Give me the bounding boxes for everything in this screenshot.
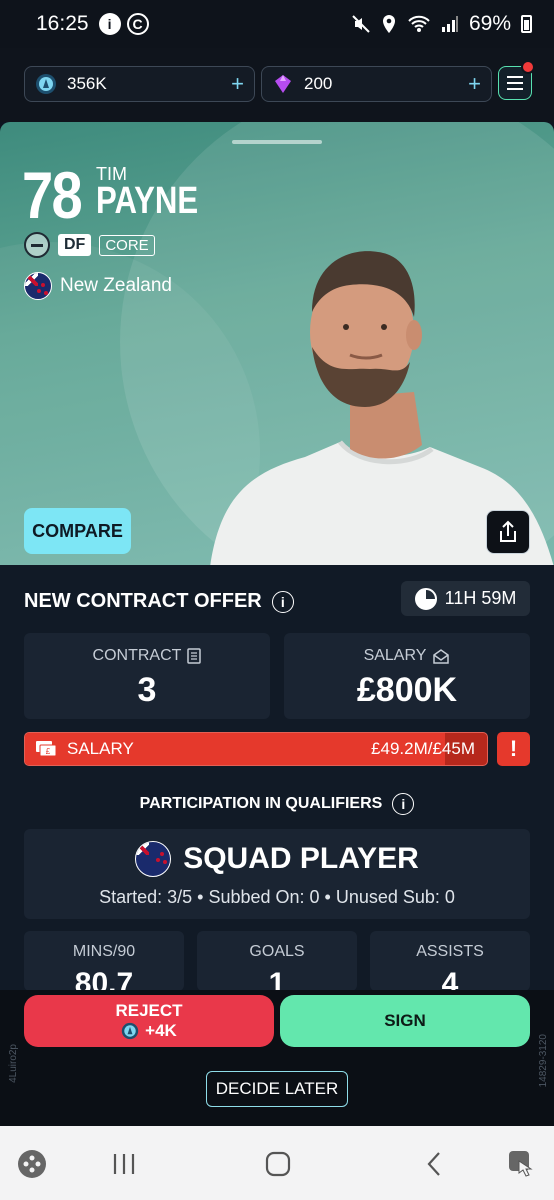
new-zealand-flag-icon — [24, 272, 52, 300]
gem-icon — [275, 75, 291, 93]
add-coins-button[interactable]: + — [231, 73, 244, 95]
offer-title: NEW CONTRACT OFFER i — [24, 590, 294, 613]
recent-apps-button[interactable] — [104, 1148, 144, 1180]
participation-title: PARTICIPATION IN QUALIFIERS i — [0, 793, 554, 815]
new-zealand-flag-icon — [135, 841, 172, 877]
signal-icon — [441, 16, 458, 32]
reject-bonus: +4K — [121, 1021, 177, 1041]
home-button[interactable] — [258, 1148, 298, 1180]
squad-status-card: SQUAD PLAYER Started: 3/5 • Subbed On: 0… — [24, 829, 530, 919]
salary-label: SALARY — [363, 647, 427, 664]
contract-card: CONTRACT 3 — [24, 633, 270, 719]
top-bar: 356K + 200 + — [0, 48, 554, 122]
action-bar: REJECT +4K SIGN DECIDE LATER 4Luiro2p 14… — [0, 990, 554, 1126]
timer-value: 11H 59M — [444, 588, 517, 608]
contract-value: 3 — [137, 671, 157, 709]
stat-card-assists: ASSISTS 4 — [370, 931, 530, 999]
battery-icon — [521, 15, 532, 33]
back-button[interactable] — [414, 1148, 454, 1180]
compare-button[interactable]: COMPARE — [24, 508, 131, 554]
home-icon — [265, 1151, 291, 1177]
sign-button[interactable]: SIGN — [280, 995, 530, 1047]
system-nav-bar — [0, 1126, 554, 1200]
reject-bonus-value: +4K — [145, 1021, 177, 1040]
participation-title-text: PARTICIPATION IN QUALIFIERS — [139, 795, 383, 812]
timer-icon — [414, 587, 437, 610]
drag-handle[interactable] — [232, 140, 322, 144]
salary-cap-label-row: £ SALARY — [35, 733, 134, 765]
player-rating: 78 — [22, 158, 83, 232]
coin-icon — [121, 1022, 139, 1039]
reject-button[interactable]: REJECT +4K — [24, 995, 274, 1047]
salary-cap-value: £49.2M/£45M — [371, 739, 475, 758]
position-badge: DF — [58, 234, 92, 256]
share-icon — [500, 520, 516, 542]
player-nation: New Zealand — [24, 272, 172, 300]
contract-label: CONTRACT — [92, 647, 182, 664]
money-envelope-icon — [433, 649, 450, 664]
stat-label: GOALS — [249, 943, 305, 960]
info-icon: i — [98, 13, 121, 35]
decide-later-button[interactable]: DECIDE LATER — [206, 1071, 348, 1107]
player-hero: 78 TIM PAYNE DF CORE New Zealand COMPARE — [0, 122, 554, 565]
status-bar: 16:25 i C 69% — [0, 0, 554, 48]
game-launcher-button[interactable] — [12, 1148, 52, 1180]
role-badge: CORE — [99, 234, 155, 256]
salary-label-row: SALARY — [284, 647, 530, 665]
salary-value: £800K — [356, 671, 458, 709]
sync-icon: C — [126, 13, 149, 35]
recent-apps-icon — [113, 1154, 135, 1174]
appearance-summary: Started: 3/5 • Subbed On: 0 • Unused Sub… — [99, 887, 455, 907]
offer-timer: 11H 59M — [401, 581, 530, 616]
player-tags: DF CORE — [24, 232, 155, 258]
left-code: 4Luiro2p — [8, 1044, 19, 1083]
reject-label: REJECT — [115, 1001, 183, 1021]
touch-assist-icon — [509, 1151, 533, 1177]
info-icon[interactable]: i — [271, 590, 294, 613]
document-icon — [187, 648, 202, 664]
add-gems-button[interactable]: + — [468, 73, 481, 95]
contract-section: NEW CONTRACT OFFER i 11H 59M CONTRACT 3 … — [0, 565, 554, 999]
stat-card-mins: MINS/90 80.7 — [24, 931, 184, 999]
player-last-name: PAYNE — [96, 180, 199, 222]
squad-status: SQUAD PLAYER — [183, 842, 419, 875]
coins-balance[interactable]: 356K + — [24, 66, 255, 102]
notification-dot — [521, 60, 535, 74]
nation-name: New Zealand — [60, 275, 172, 296]
svg-text:£: £ — [46, 747, 51, 756]
stat-label: MINS/90 — [72, 943, 136, 960]
battery-percent: 69% — [468, 12, 511, 35]
coins-value: 356K — [67, 74, 107, 93]
salary-cap-bar: £ SALARY £49.2M/£45M — [24, 732, 488, 766]
salary-cap-label: SALARY — [67, 739, 134, 758]
stat-label: ASSISTS — [416, 943, 484, 960]
salary-card: SALARY £800K — [284, 633, 530, 719]
gamepad-icon — [18, 1150, 46, 1178]
accessibility-button[interactable] — [502, 1148, 542, 1180]
gems-balance[interactable]: 200 + — [261, 66, 492, 102]
offer-title-text: NEW CONTRACT OFFER — [24, 590, 262, 612]
minus-circle-icon — [24, 232, 50, 258]
stat-card-goals: GOALS 1 — [197, 931, 357, 999]
squad-status-row: SQUAD PLAYER — [24, 841, 530, 877]
menu-icon-line — [507, 76, 523, 78]
warning-button[interactable]: ! — [497, 732, 530, 766]
cash-icon: £ — [36, 741, 57, 757]
menu-icon-line — [507, 82, 523, 84]
info-icon[interactable]: i — [392, 793, 415, 815]
menu-icon-line — [507, 88, 523, 90]
back-icon — [427, 1152, 440, 1176]
location-icon — [382, 15, 395, 33]
right-code: 14829-3120 — [538, 1034, 549, 1088]
mute-icon — [352, 15, 370, 33]
coin-icon — [36, 74, 56, 94]
status-right: 69% — [351, 12, 532, 36]
status-time: 16:25 — [36, 12, 89, 35]
gems-value: 200 — [304, 74, 333, 93]
wifi-icon — [408, 15, 430, 32]
share-button[interactable] — [486, 510, 530, 554]
contract-label-row: CONTRACT — [24, 647, 270, 665]
